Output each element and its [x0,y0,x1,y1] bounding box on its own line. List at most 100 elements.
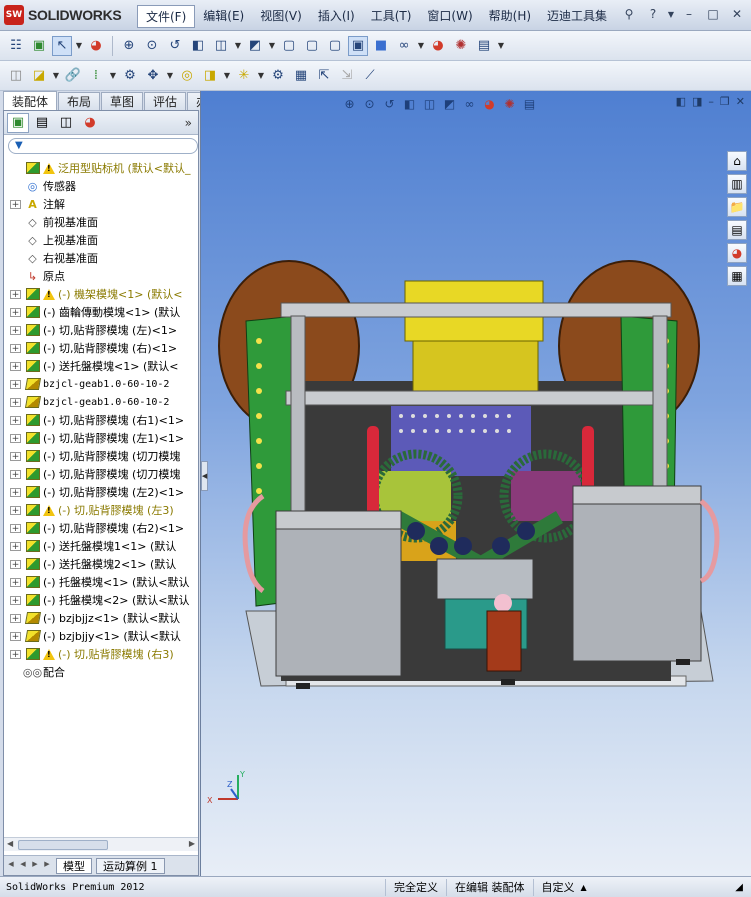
hide-show-dropdown-icon[interactable]: ▼ [417,41,425,50]
menu-tools[interactable]: 工具(T) [363,5,420,28]
features-dropdown-icon[interactable]: ▼ [223,71,231,80]
wireframe-icon[interactable]: ▢ [279,36,299,56]
close-icon[interactable]: ✕ [727,5,747,23]
scroll-left-icon[interactable]: ◀ [7,839,13,848]
appearance-sphere-icon[interactable]: ◕ [86,36,106,56]
tree-node[interactable]: + (-) 切,贴背膠模塊 (左1)<1> [4,429,198,447]
expand-toggle-icon[interactable]: + [10,505,21,515]
first-tab-icon[interactable]: ◀ [6,860,16,872]
expand-toggle-icon[interactable]: + [10,595,21,605]
menu-window[interactable]: 窗口(W) [419,5,480,28]
zoom-area-icon[interactable]: ⊙ [142,36,162,56]
select-dropdown-icon[interactable]: ▼ [75,41,83,50]
scroll-right-icon[interactable]: ▶ [189,839,195,848]
tree-node[interactable]: + (-) 切,贴背膠模塊 (右1)<1> [4,411,198,429]
tree-node[interactable]: + (-) 齒輪傳動模塊<1> (默认 [4,303,198,321]
tree-node[interactable]: + (-) 托盤模塊<1> (默认<默认 [4,573,198,591]
tab-assembly[interactable]: 装配体 [3,91,58,110]
expand-toggle-icon[interactable]: + [10,649,21,659]
tree-node[interactable]: + (-) bzjbjjy<1> (默认<默认 [4,627,198,645]
expand-toggle-icon[interactable]: + [10,487,21,497]
tree-node[interactable]: + (-) 切,贴背膠模塊 (左2)<1> [4,483,198,501]
linear-pattern-icon[interactable]: ⁞ [86,66,106,86]
next-tab-icon[interactable]: ▶ [30,860,40,872]
menu-file[interactable]: 文件(F) [137,5,196,28]
menu-maidi-tools[interactable]: 迈迪工具集 [539,5,615,28]
prev-tab-icon[interactable]: ◀ [18,860,28,872]
configuration-manager-tab-icon[interactable]: ◫ [55,113,77,133]
smart-fasteners-icon[interactable]: ⚙ [120,66,140,86]
menu-insert[interactable]: 插入(I) [310,5,363,28]
expand-toggle-icon[interactable]: + [10,523,21,533]
tree-node[interactable]: + (-) bzjbjjz<1> (默认<默认 [4,609,198,627]
interference-detection-icon[interactable]: ⟋ [360,66,380,86]
filter-input[interactable]: ▼ [8,138,198,154]
shaded-icon[interactable]: ■ [371,36,391,56]
expand-toggle-icon[interactable]: + [10,397,21,407]
tree-node[interactable]: + A 注解 [4,195,198,213]
new-part-icon[interactable]: ◪ [29,66,49,86]
expand-toggle-icon[interactable]: + [10,379,21,389]
tree-node[interactable]: ◇ 上视基准面 [4,231,198,249]
show-hidden-components-icon[interactable]: ◎ [177,66,197,86]
shaded-with-edges-icon[interactable]: ▣ [348,35,368,56]
explode-line-sketch-icon[interactable]: ⇲ [337,66,357,86]
expand-toggle-icon[interactable]: + [10,541,21,551]
expand-toggle-icon[interactable]: + [10,361,21,371]
display-manager-tab-icon[interactable]: ◕ [79,113,101,133]
tab-evaluate[interactable]: 评估 [144,92,187,110]
insert-dropdown-icon[interactable]: ▼ [52,71,60,80]
expand-toggle-icon[interactable]: + [10,451,21,461]
expand-toggle-icon[interactable]: + [10,325,21,335]
reference-geometry-icon[interactable]: ✳ [234,66,254,86]
previous-view-icon[interactable]: ↺ [165,36,185,56]
machine-3d-model[interactable] [201,91,751,876]
tree-node[interactable]: ◇ 前视基准面 [4,213,198,231]
mate-icon[interactable]: 🔗 [63,66,83,86]
view-settings-dropdown-icon[interactable]: ▼ [497,41,505,50]
assembly-features-icon[interactable]: ◨ [200,66,220,86]
apply-scene-icon[interactable]: ✺ [451,36,471,56]
expand-toggle-icon[interactable]: + [10,289,21,299]
tree-node[interactable]: + (-) 切,贴背膠模塊 (右)<1> [4,339,198,357]
app-logo[interactable]: SW SOLIDWORKS [4,4,122,26]
expand-toggle-icon[interactable]: + [10,559,21,569]
expand-toggle-icon[interactable]: + [10,343,21,353]
property-manager-tab-icon[interactable]: ▤ [31,113,53,133]
menu-view[interactable]: 视图(V) [252,5,310,28]
move-component-icon[interactable]: ✥ [143,66,163,86]
view-settings-icon[interactable]: ▤ [474,36,494,56]
tree-node[interactable]: 泛用型贴标机 (默认<默认_ [4,159,198,177]
tree-node[interactable]: + (-) 切,贴背膠模塊 (切刀模塊 [4,465,198,483]
rebuild-assembly-icon[interactable]: ▣ [29,36,49,56]
feature-manager-tab-icon[interactable]: ▣ [7,112,29,133]
menu-edit[interactable]: 编辑(E) [195,5,252,28]
tab-motion-study[interactable]: 运动算例 1 [96,857,165,874]
tree-node[interactable]: + (-) 機架模塊<1> (默认< [4,285,198,303]
display-style-dropdown-icon[interactable]: ▼ [268,41,276,50]
hidden-lines-removed-icon[interactable]: ▢ [325,36,345,56]
pin-icon[interactable]: ⚲ [619,5,639,23]
tab-layout[interactable]: 布局 [58,92,101,110]
options-list-icon[interactable]: ☷ [6,36,26,56]
menu-help[interactable]: 帮助(H) [481,5,539,28]
tree-node[interactable]: + (-) 切,贴背膠模塊 (左)<1> [4,321,198,339]
expand-toggle-icon[interactable]: + [10,415,21,425]
display-style-icon[interactable]: ◩ [245,36,265,56]
units-arrow-icon[interactable]: ▲ [581,883,587,892]
expand-toggle-icon[interactable]: + [10,631,21,641]
expand-toggle-icon[interactable]: + [10,577,21,587]
tree-node[interactable]: ◎◎ 配合 [4,663,198,681]
bill-of-materials-icon[interactable]: ▦ [291,66,311,86]
expand-toggle-icon[interactable]: + [10,433,21,443]
hide-show-items-icon[interactable]: ∞ [394,36,414,56]
move-dropdown-icon[interactable]: ▼ [166,71,174,80]
graphics-area[interactable]: ⊕ ⊙ ↺ ◧ ◫ ◩ ∞ ◕ ✺ ▤ ◧ ◨ – ❐ ✕ ⌂ ▥ 📁 ▤ ◕ … [200,91,751,876]
tree-node[interactable]: + (-) 送托盤模塊2<1> (默认 [4,555,198,573]
expand-panel-icon[interactable]: » [185,116,192,130]
zoom-to-fit-icon[interactable]: ⊕ [119,36,139,56]
horizontal-scrollbar[interactable]: ◀ ▶ [4,837,198,851]
tree-node[interactable]: ◇ 右视基准面 [4,249,198,267]
view-orientation-icon[interactable]: ◫ [211,36,231,56]
help-dropdown-icon[interactable]: ▼ [667,5,675,23]
